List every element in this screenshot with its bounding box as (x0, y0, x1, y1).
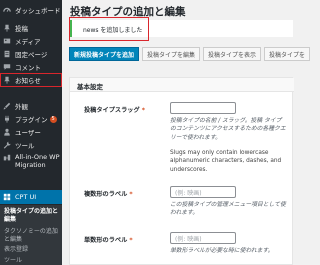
menu-posts[interactable]: 投稿 (0, 21, 62, 35)
menu-migration[interactable]: All-in-One WP Migration (0, 152, 62, 172)
plural-label-input[interactable]: (例: 映画) (170, 186, 236, 198)
dashboard-icon (0, 6, 14, 14)
update-count-badge: 5 (49, 115, 57, 123)
menu-comments[interactable]: コメント (0, 60, 62, 74)
basic-settings-panel: 基本設定 投稿タイプスラッグ * 投稿タイプの名前 / スラッグ。投稿 タイプのコ… (69, 77, 294, 265)
menu-plugins[interactable]: プラグイン 5 (0, 112, 62, 126)
required-mark: * (129, 191, 133, 198)
menu-comments-label: コメント (15, 64, 41, 72)
main-content: 投稿タイプの追加と編集 news を追加しました 新規投稿タイプを追加 投稿タイ… (62, 0, 311, 265)
tab-add-new-post-type[interactable]: 新規投稿タイプを追加 (69, 47, 140, 61)
slug-label-text: 投稿タイプスラッグ (84, 107, 140, 114)
menu-media-label: メディア (15, 38, 41, 46)
menu-cpt-ui-label: CPT UI (15, 193, 37, 201)
slug-input[interactable] (170, 102, 236, 114)
singular-label-input[interactable]: (例: 映画) (170, 232, 236, 244)
slug-note: Slugs may only contain lowercase alphanu… (170, 150, 282, 173)
singular-label-text: 単数形のラベル (84, 237, 128, 244)
menu-posts-label: 投稿 (15, 25, 28, 33)
menu-users[interactable]: ユーザー (0, 125, 62, 139)
users-icon (0, 128, 14, 136)
required-mark: * (129, 237, 133, 244)
plugin-icon (0, 115, 14, 123)
admin-sidebar: ダッシュボード 投稿 メディア 固定ページ コメント お知らせ 外観 プラグイン… (0, 0, 62, 265)
slug-help-text: 投稿タイプの名前 / スラッグ。投稿 タイプのコンテンツにアクセスするための各種… (170, 118, 286, 141)
menu-news[interactable]: お知らせ (0, 73, 62, 87)
submenu-registered[interactable]: 表示登録 (4, 246, 28, 254)
tools-icon (0, 141, 14, 149)
comment-icon (0, 63, 14, 71)
submenu-add-edit-post-types[interactable]: 投稿タイプの追加と編集 (4, 208, 60, 224)
plural-label-text: 複数形のラベル (84, 191, 128, 198)
menu-tools[interactable]: ツール (0, 138, 62, 152)
menu-dashboard[interactable]: ダッシュボード (0, 3, 62, 17)
tab-bar: 新規投稿タイプを追加 投稿タイプを編集 投稿タイプを表示 投稿タイプを (69, 47, 311, 61)
tab-view-post-type[interactable]: 投稿タイプを表示 (203, 47, 262, 61)
menu-pages-label: 固定ページ (15, 51, 48, 59)
menu-plugins-label: プラグイン (15, 116, 48, 124)
cpt-ui-submenu: 投稿タイプの追加と編集 タクソノミーの追加と編集 表示登録 ツール (0, 205, 62, 265)
pin-icon (0, 76, 14, 84)
menu-users-label: ユーザー (15, 129, 41, 137)
notice-highlight-box (69, 17, 149, 41)
submenu-tools[interactable]: ツール (4, 257, 22, 265)
migration-icon (0, 152, 14, 162)
singular-help-text: 単数形ラベルが必要な時に使われます。 (170, 248, 274, 254)
menu-appearance-label: 外観 (15, 103, 28, 111)
page-icon (0, 50, 14, 58)
menu-cpt-ui[interactable]: CPT UI (0, 190, 62, 204)
menu-migration-label: All-in-One WP Migration (15, 153, 60, 169)
media-icon (0, 37, 14, 45)
plural-label: 複数形のラベル * (84, 189, 133, 198)
appearance-icon (0, 102, 14, 110)
menu-pages[interactable]: 固定ページ (0, 47, 62, 61)
tab-post-type-more[interactable]: 投稿タイプを (264, 47, 311, 61)
singular-label: 単数形のラベル * (84, 235, 133, 244)
panel-header[interactable]: 基本設定 (70, 78, 294, 92)
menu-appearance[interactable]: 外観 (0, 99, 62, 113)
tab-edit-post-type[interactable]: 投稿タイプを編集 (142, 47, 201, 61)
panel-title: 基本設定 (77, 83, 103, 91)
menu-tools-label: ツール (15, 142, 35, 150)
slug-label: 投稿タイプスラッグ * (84, 105, 145, 114)
cpt-icon (0, 193, 14, 201)
plural-help-text: この投稿タイプの管理メニュー項目として使われます。 (170, 202, 286, 217)
submenu-add-edit-taxonomies[interactable]: タクソノミーの追加と編集 (4, 228, 60, 244)
menu-media[interactable]: メディア (0, 34, 62, 48)
menu-dashboard-label: ダッシュボード (15, 7, 61, 15)
menu-news-label: お知らせ (15, 77, 41, 85)
required-mark: * (141, 107, 145, 114)
pin-icon (0, 24, 14, 32)
